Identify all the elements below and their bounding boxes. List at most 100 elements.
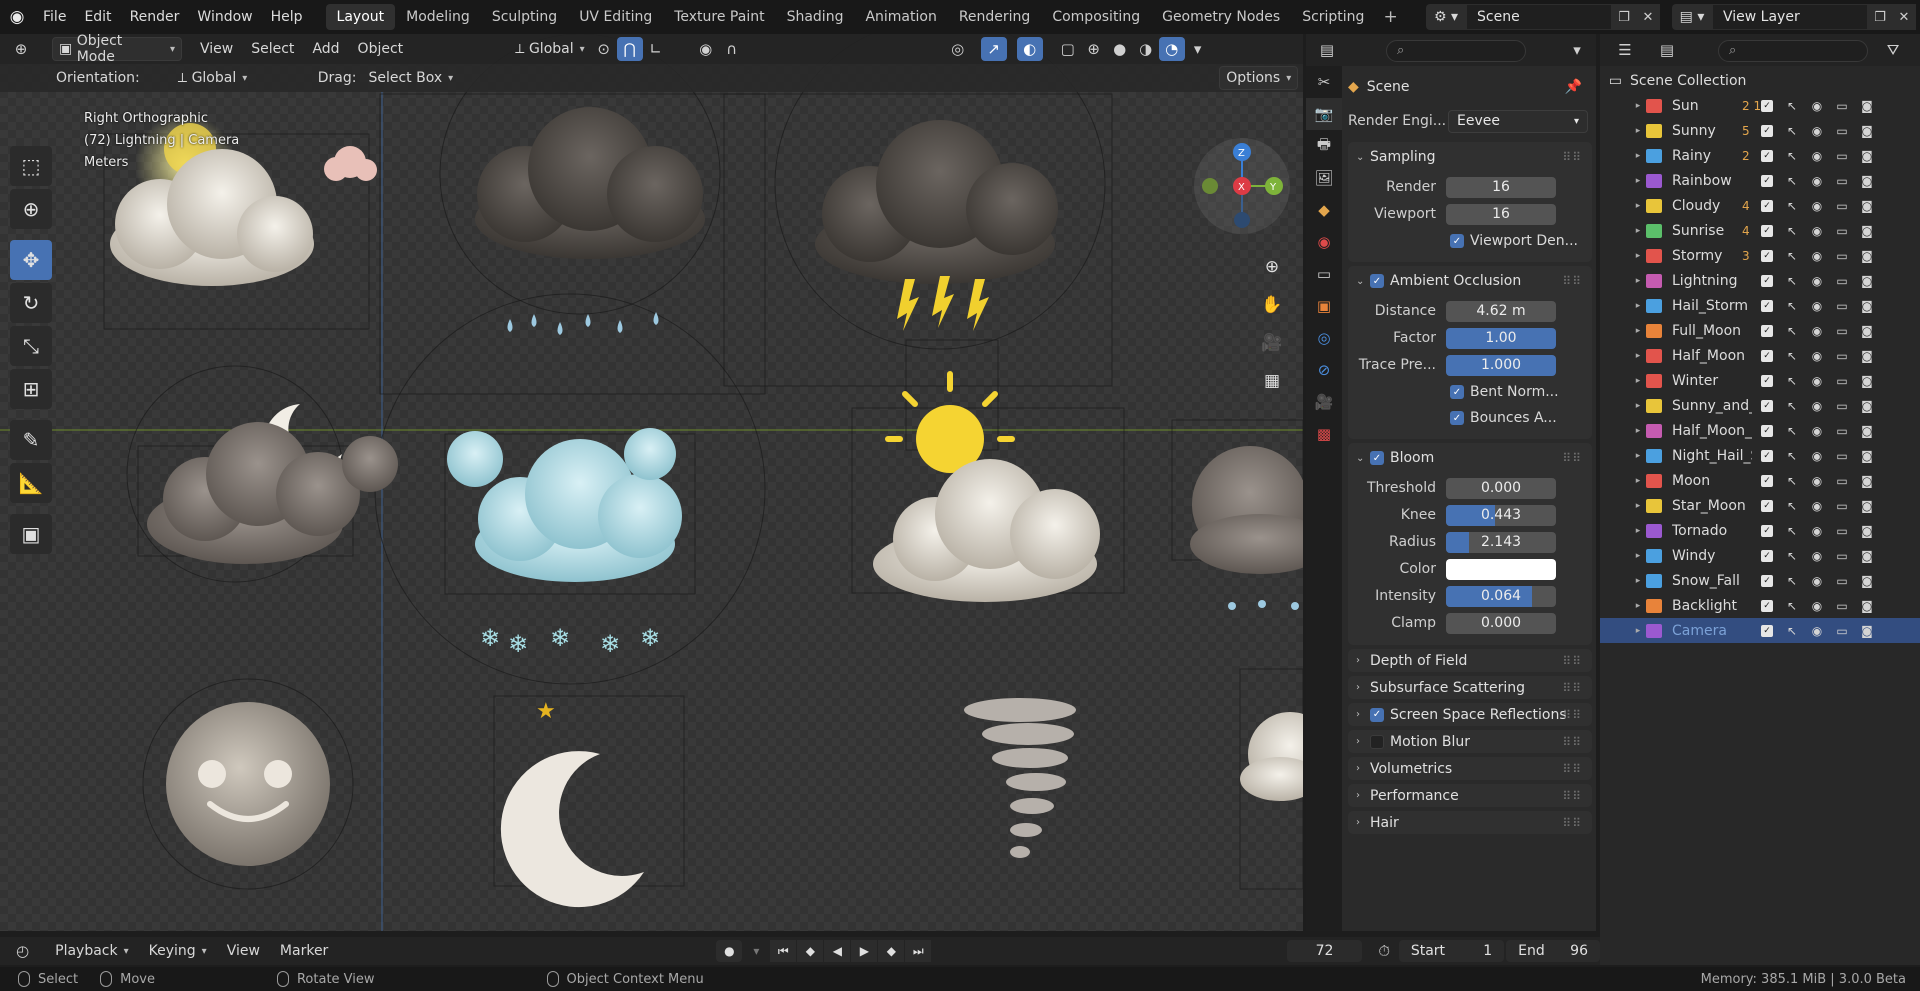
visibility-eye-icon[interactable]: ◉ (1807, 571, 1827, 591)
expand-arrow-icon[interactable]: ▸ (1630, 176, 1646, 186)
menu-render[interactable]: Render (121, 0, 189, 34)
properties-search-input[interactable]: ⌕ (1386, 40, 1526, 62)
visibility-eye-icon[interactable]: ◉ (1807, 546, 1827, 566)
selectable-arrow-icon[interactable]: ↖ (1782, 96, 1802, 116)
expand-arrow-icon[interactable]: ▸ (1630, 526, 1646, 536)
render-camera-icon[interactable]: ◙ (1857, 196, 1877, 216)
exclude-checkbox[interactable]: ✓ (1757, 371, 1777, 391)
outliner-row[interactable]: ▸ Rainbow ✓ ↖ ◉ ▭ ◙ (1600, 168, 1920, 193)
measure-tool-icon[interactable]: 📐 (10, 463, 52, 503)
end-frame-field[interactable]: End 96 (1506, 940, 1600, 962)
ortho-grid-icon[interactable]: ▦ (1257, 366, 1287, 396)
expand-arrow-icon[interactable]: ▸ (1630, 301, 1646, 311)
visibility-eye-icon[interactable]: ◉ (1807, 346, 1827, 366)
exclude-checkbox[interactable]: ✓ (1757, 121, 1777, 141)
bounces-checkbox[interactable]: ✓ (1450, 411, 1464, 425)
transform-orientation-dropdown[interactable]: ⟂ Global ▾ (509, 37, 591, 61)
next-keyframe-icon[interactable]: ◆ (878, 940, 905, 962)
outliner-row[interactable]: ▸ Star_Moon ✓ ↖ ◉ ▭ ◙ (1600, 493, 1920, 518)
tab-uv-editing[interactable]: UV Editing (568, 4, 663, 30)
exclude-checkbox[interactable]: ✓ (1757, 321, 1777, 341)
gizmo-toggle-icon[interactable]: ↗ (980, 37, 1007, 61)
drag-grip-icon[interactable]: ⠿⠿ (1562, 735, 1582, 749)
scene-collection-row[interactable]: ▭ Scene Collection (1600, 68, 1920, 93)
marker-menu[interactable]: Marker (270, 940, 338, 962)
expand-arrow-icon[interactable]: ▸ (1630, 576, 1646, 586)
render-camera-icon[interactable]: ◙ (1857, 321, 1877, 341)
render-camera-icon[interactable]: ◙ (1857, 346, 1877, 366)
outliner-row[interactable]: ▸ Camera ✓ ↖ ◉ ▭ ◙ (1600, 618, 1920, 643)
zoom-icon[interactable]: ⊕ (1257, 252, 1287, 282)
world-tab-icon[interactable]: ◉ (1306, 226, 1342, 258)
play-icon[interactable]: ▶ (851, 940, 878, 962)
visibility-eye-icon[interactable]: ◉ (1807, 371, 1827, 391)
drag-dropdown[interactable]: Select Box ▾ (362, 66, 459, 90)
new-scene-icon[interactable]: ❐ (1612, 4, 1636, 30)
object-data-tab-icon[interactable]: 🎥 (1306, 386, 1342, 418)
viewport-monitor-icon[interactable]: ▭ (1832, 596, 1852, 616)
visibility-eye-icon[interactable]: ◉ (1807, 246, 1827, 266)
visibility-eye-icon[interactable]: ◉ (1807, 221, 1827, 241)
render-engine-dropdown[interactable]: Eevee ▾ (1448, 109, 1588, 133)
render-camera-icon[interactable]: ◙ (1857, 446, 1877, 466)
tab-layout[interactable]: Layout (325, 4, 396, 30)
selectable-arrow-icon[interactable]: ↖ (1782, 421, 1802, 441)
expand-arrow-icon[interactable]: ▸ (1630, 601, 1646, 611)
viewport-monitor-icon[interactable]: ▭ (1832, 496, 1852, 516)
tab-modeling[interactable]: Modeling (395, 4, 481, 30)
solid-shading-icon[interactable]: ● (1107, 37, 1133, 61)
viewport-monitor-icon[interactable]: ▭ (1832, 471, 1852, 491)
keying-menu[interactable]: Keying ▾ (139, 940, 217, 962)
exclude-checkbox[interactable]: ✓ (1757, 196, 1777, 216)
bloom-threshold-field[interactable]: 0.000 (1446, 477, 1556, 499)
visibility-eye-icon[interactable]: ◉ (1807, 271, 1827, 291)
falloff-icon[interactable]: ∩ (719, 37, 745, 61)
menu-view[interactable]: View (194, 37, 239, 61)
visibility-eye-icon[interactable]: ◉ (1807, 121, 1827, 141)
selectable-arrow-icon[interactable]: ↖ (1782, 496, 1802, 516)
outliner-row[interactable]: ▸ Backlight ✓ ↖ ◉ ▭ ◙ (1600, 593, 1920, 618)
material-shading-icon[interactable]: ◑ (1133, 37, 1159, 61)
viewport-samples-field[interactable]: 16 (1446, 203, 1556, 225)
panel-checkbox[interactable]: ✓ (1370, 707, 1384, 722)
expand-arrow-icon[interactable]: ▸ (1630, 151, 1646, 161)
expand-arrow-icon[interactable]: ▸ (1630, 201, 1646, 211)
auto-keying-icon[interactable]: ● (716, 940, 743, 962)
exclude-checkbox[interactable]: ✓ (1757, 346, 1777, 366)
bloom-header[interactable]: ⌄ ✓ Bloom ⠿⠿ (1348, 443, 1592, 473)
render-camera-icon[interactable]: ◙ (1857, 471, 1877, 491)
scene-icon[interactable]: ⚙ ▾ (1426, 4, 1466, 30)
outliner-row[interactable]: ▸ Winter ✓ ↖ ◉ ▭ ◙ (1600, 368, 1920, 393)
menu-select[interactable]: Select (245, 37, 300, 61)
viewport-monitor-icon[interactable]: ▭ (1832, 546, 1852, 566)
expand-arrow-icon[interactable]: ▸ (1630, 476, 1646, 486)
viewport-monitor-icon[interactable]: ▭ (1832, 346, 1852, 366)
viewport-denoise-checkbox[interactable]: ✓ (1450, 234, 1464, 248)
expand-arrow-icon[interactable]: ▸ (1630, 126, 1646, 136)
selectable-arrow-icon[interactable]: ↖ (1782, 521, 1802, 541)
render-camera-icon[interactable]: ◙ (1857, 521, 1877, 541)
bloom-clamp-field[interactable]: 0.000 (1446, 612, 1556, 634)
render-camera-icon[interactable]: ◙ (1857, 146, 1877, 166)
tab-animation[interactable]: Animation (854, 4, 947, 30)
collapsed-panel-header[interactable]: › ✓ Screen Space Reflections ⠿⠿ (1348, 703, 1592, 726)
visibility-eye-icon[interactable]: ◉ (1807, 621, 1827, 641)
viewport-monitor-icon[interactable]: ▭ (1832, 121, 1852, 141)
expand-arrow-icon[interactable]: ▸ (1630, 401, 1646, 411)
bloom-knee-slider[interactable]: 0.443 (1446, 504, 1556, 526)
visibility-eye-icon[interactable]: ◉ (1807, 421, 1827, 441)
expand-arrow-icon[interactable]: ▸ (1630, 101, 1646, 111)
viewport-monitor-icon[interactable]: ▭ (1832, 171, 1852, 191)
tab-texture-paint[interactable]: Texture Paint (663, 4, 775, 30)
ao-distance-field[interactable]: 4.62 m (1446, 300, 1556, 322)
collapsed-panel-header[interactable]: › Performance ⠿⠿ (1348, 784, 1592, 807)
expand-arrow-icon[interactable]: ▸ (1630, 551, 1646, 561)
output-tab-icon[interactable]: 🖶 (1306, 130, 1342, 162)
exclude-checkbox[interactable]: ✓ (1757, 421, 1777, 441)
menu-object[interactable]: Object (352, 37, 410, 61)
ao-factor-slider[interactable]: 1.00 (1446, 327, 1556, 349)
collapsed-panel-header[interactable]: › Depth of Field ⠿⠿ (1348, 649, 1592, 672)
render-camera-icon[interactable]: ◙ (1857, 621, 1877, 641)
bloom-radius-slider[interactable]: 2.143 (1446, 531, 1556, 553)
selectable-arrow-icon[interactable]: ↖ (1782, 121, 1802, 141)
